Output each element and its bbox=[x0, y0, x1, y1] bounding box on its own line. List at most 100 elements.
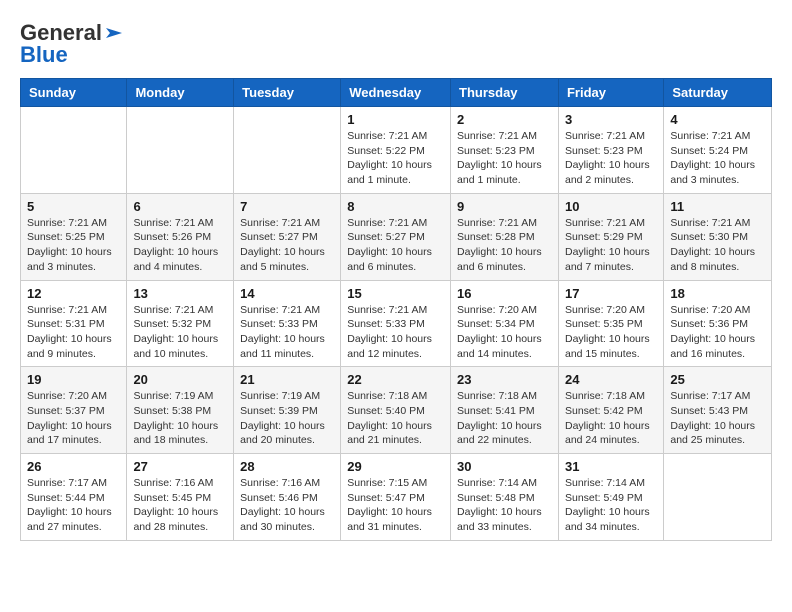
day-number: 24 bbox=[565, 372, 657, 387]
calendar-cell: 20Sunrise: 7:19 AM Sunset: 5:38 PM Dayli… bbox=[127, 367, 234, 454]
calendar-cell: 26 Sunrise: 7:17 AM Sunset: 5:44 PM Dayli… bbox=[21, 454, 127, 541]
day-info: Sunrise: 7:21 AM Sunset: 5:32 PM Dayligh… bbox=[133, 303, 227, 362]
day-info: Sunrise: 7:21 AM Sunset: 5:26 PM Dayligh… bbox=[133, 216, 227, 275]
day-number: 2 bbox=[457, 112, 552, 127]
calendar-cell: 14 Sunrise: 7:21 AM Sunset: 5:33 PM Dayli… bbox=[234, 280, 341, 367]
day-info: Sunrise: 7:21 AM Sunset: 5:22 PM Dayligh… bbox=[347, 129, 444, 188]
calendar-cell: 21 Sunrise: 7:19 AM Sunset: 5:39 PM Dayli… bbox=[234, 367, 341, 454]
calendar-cell: 27 Sunrise: 7:16 AM Sunset: 5:45 PM Dayli… bbox=[127, 454, 234, 541]
calendar-cell: 24 Sunrise: 7:18 AM Sunset: 5:42 PM Dayli… bbox=[558, 367, 663, 454]
day-info: Sunrise: 7:16 AM Sunset: 5:46 PM Dayligh… bbox=[240, 476, 334, 535]
calendar-week-4: 19 Sunrise: 7:20 AM Sunset: 5:37 PM Dayli… bbox=[21, 367, 772, 454]
calendar-cell: 3 Sunrise: 7:21 AM Sunset: 5:23 PM Daylig… bbox=[558, 107, 663, 194]
day-info: Sunrise: 7:15 AM Sunset: 5:47 PM Dayligh… bbox=[347, 476, 444, 535]
logo-blue: Blue bbox=[20, 42, 68, 68]
day-number: 31 bbox=[565, 459, 657, 474]
day-number: 23 bbox=[457, 372, 552, 387]
calendar-cell: 9 Sunrise: 7:21 AM Sunset: 5:28 PM Daylig… bbox=[451, 193, 559, 280]
day-number: 21 bbox=[240, 372, 334, 387]
day-number: 3 bbox=[565, 112, 657, 127]
calendar-cell: 19 Sunrise: 7:20 AM Sunset: 5:37 PM Dayli… bbox=[21, 367, 127, 454]
day-number: 22 bbox=[347, 372, 444, 387]
day-info: Sunrise: 7:21 AM Sunset: 5:23 PM Dayligh… bbox=[565, 129, 657, 188]
day-number: 27 bbox=[133, 459, 227, 474]
day-info: Sunrise: 7:21 AM Sunset: 5:30 PM Dayligh… bbox=[670, 216, 765, 275]
calendar-cell: 17 Sunrise: 7:20 AM Sunset: 5:35 PM Dayli… bbox=[558, 280, 663, 367]
day-info: Sunrise: 7:21 AM Sunset: 5:29 PM Dayligh… bbox=[565, 216, 657, 275]
day-number: 7 bbox=[240, 199, 334, 214]
calendar-cell: 18 Sunrise: 7:20 AM Sunset: 5:36 PM Dayli… bbox=[664, 280, 772, 367]
calendar-table: SundayMondayTuesdayWednesdayThursdayFrid… bbox=[20, 78, 772, 541]
calendar-cell: 11Sunrise: 7:21 AM Sunset: 5:30 PM Dayli… bbox=[664, 193, 772, 280]
calendar-cell: 31Sunrise: 7:14 AM Sunset: 5:49 PM Dayli… bbox=[558, 454, 663, 541]
calendar-cell: 2Sunrise: 7:21 AM Sunset: 5:23 PM Daylig… bbox=[451, 107, 559, 194]
day-info: Sunrise: 7:20 AM Sunset: 5:36 PM Dayligh… bbox=[670, 303, 765, 362]
day-number: 18 bbox=[670, 286, 765, 301]
calendar-cell: 1 Sunrise: 7:21 AM Sunset: 5:22 PM Daylig… bbox=[341, 107, 451, 194]
col-header-saturday: Saturday bbox=[664, 79, 772, 107]
day-info: Sunrise: 7:20 AM Sunset: 5:35 PM Dayligh… bbox=[565, 303, 657, 362]
calendar-cell: 15 Sunrise: 7:21 AM Sunset: 5:33 PM Dayli… bbox=[341, 280, 451, 367]
day-number: 9 bbox=[457, 199, 552, 214]
day-info: Sunrise: 7:18 AM Sunset: 5:41 PM Dayligh… bbox=[457, 389, 552, 448]
day-info: Sunrise: 7:21 AM Sunset: 5:33 PM Dayligh… bbox=[347, 303, 444, 362]
day-number: 28 bbox=[240, 459, 334, 474]
day-number: 20 bbox=[133, 372, 227, 387]
day-info: Sunrise: 7:21 AM Sunset: 5:25 PM Dayligh… bbox=[27, 216, 120, 275]
day-info: Sunrise: 7:21 AM Sunset: 5:33 PM Dayligh… bbox=[240, 303, 334, 362]
day-number: 5 bbox=[27, 199, 120, 214]
day-number: 13 bbox=[133, 286, 227, 301]
col-header-sunday: Sunday bbox=[21, 79, 127, 107]
day-number: 15 bbox=[347, 286, 444, 301]
calendar-cell bbox=[21, 107, 127, 194]
calendar-cell: 13 Sunrise: 7:21 AM Sunset: 5:32 PM Dayli… bbox=[127, 280, 234, 367]
calendar-cell bbox=[234, 107, 341, 194]
day-info: Sunrise: 7:18 AM Sunset: 5:40 PM Dayligh… bbox=[347, 389, 444, 448]
day-number: 12 bbox=[27, 286, 120, 301]
day-number: 25 bbox=[670, 372, 765, 387]
day-number: 29 bbox=[347, 459, 444, 474]
day-number: 17 bbox=[565, 286, 657, 301]
day-number: 10 bbox=[565, 199, 657, 214]
calendar-cell bbox=[127, 107, 234, 194]
day-number: 26 bbox=[27, 459, 120, 474]
day-number: 6 bbox=[133, 199, 227, 214]
day-info: Sunrise: 7:19 AM Sunset: 5:39 PM Dayligh… bbox=[240, 389, 334, 448]
day-info: Sunrise: 7:17 AM Sunset: 5:43 PM Dayligh… bbox=[670, 389, 765, 448]
calendar-cell: 30Sunrise: 7:14 AM Sunset: 5:48 PM Dayli… bbox=[451, 454, 559, 541]
day-number: 1 bbox=[347, 112, 444, 127]
day-info: Sunrise: 7:21 AM Sunset: 5:24 PM Dayligh… bbox=[670, 129, 765, 188]
day-info: Sunrise: 7:16 AM Sunset: 5:45 PM Dayligh… bbox=[133, 476, 227, 535]
calendar-cell: 12 Sunrise: 7:21 AM Sunset: 5:31 PM Dayli… bbox=[21, 280, 127, 367]
col-header-tuesday: Tuesday bbox=[234, 79, 341, 107]
day-info: Sunrise: 7:21 AM Sunset: 5:28 PM Dayligh… bbox=[457, 216, 552, 275]
day-info: Sunrise: 7:21 AM Sunset: 5:27 PM Dayligh… bbox=[240, 216, 334, 275]
day-info: Sunrise: 7:20 AM Sunset: 5:34 PM Dayligh… bbox=[457, 303, 552, 362]
calendar-cell: 10 Sunrise: 7:21 AM Sunset: 5:29 PM Dayli… bbox=[558, 193, 663, 280]
day-info: Sunrise: 7:18 AM Sunset: 5:42 PM Dayligh… bbox=[565, 389, 657, 448]
calendar-cell: 16Sunrise: 7:20 AM Sunset: 5:34 PM Dayli… bbox=[451, 280, 559, 367]
page-header: General Blue bbox=[20, 20, 772, 68]
col-header-wednesday: Wednesday bbox=[341, 79, 451, 107]
calendar-cell: 25 Sunrise: 7:17 AM Sunset: 5:43 PM Dayli… bbox=[664, 367, 772, 454]
col-header-friday: Friday bbox=[558, 79, 663, 107]
day-number: 19 bbox=[27, 372, 120, 387]
day-number: 8 bbox=[347, 199, 444, 214]
calendar-body: 1 Sunrise: 7:21 AM Sunset: 5:22 PM Daylig… bbox=[21, 107, 772, 541]
day-number: 14 bbox=[240, 286, 334, 301]
calendar-cell: 5 Sunrise: 7:21 AM Sunset: 5:25 PM Daylig… bbox=[21, 193, 127, 280]
day-info: Sunrise: 7:17 AM Sunset: 5:44 PM Dayligh… bbox=[27, 476, 120, 535]
calendar-week-3: 12 Sunrise: 7:21 AM Sunset: 5:31 PM Dayli… bbox=[21, 280, 772, 367]
calendar-cell: 22 Sunrise: 7:18 AM Sunset: 5:40 PM Dayli… bbox=[341, 367, 451, 454]
calendar-cell: 29 Sunrise: 7:15 AM Sunset: 5:47 PM Dayli… bbox=[341, 454, 451, 541]
calendar-cell: 8 Sunrise: 7:21 AM Sunset: 5:27 PM Daylig… bbox=[341, 193, 451, 280]
day-info: Sunrise: 7:21 AM Sunset: 5:27 PM Dayligh… bbox=[347, 216, 444, 275]
day-info: Sunrise: 7:21 AM Sunset: 5:31 PM Dayligh… bbox=[27, 303, 120, 362]
day-info: Sunrise: 7:20 AM Sunset: 5:37 PM Dayligh… bbox=[27, 389, 120, 448]
calendar-cell: 4 Sunrise: 7:21 AM Sunset: 5:24 PM Daylig… bbox=[664, 107, 772, 194]
day-number: 30 bbox=[457, 459, 552, 474]
calendar-cell bbox=[664, 454, 772, 541]
calendar-week-1: 1 Sunrise: 7:21 AM Sunset: 5:22 PM Daylig… bbox=[21, 107, 772, 194]
day-number: 4 bbox=[670, 112, 765, 127]
calendar-cell: 28 Sunrise: 7:16 AM Sunset: 5:46 PM Dayli… bbox=[234, 454, 341, 541]
